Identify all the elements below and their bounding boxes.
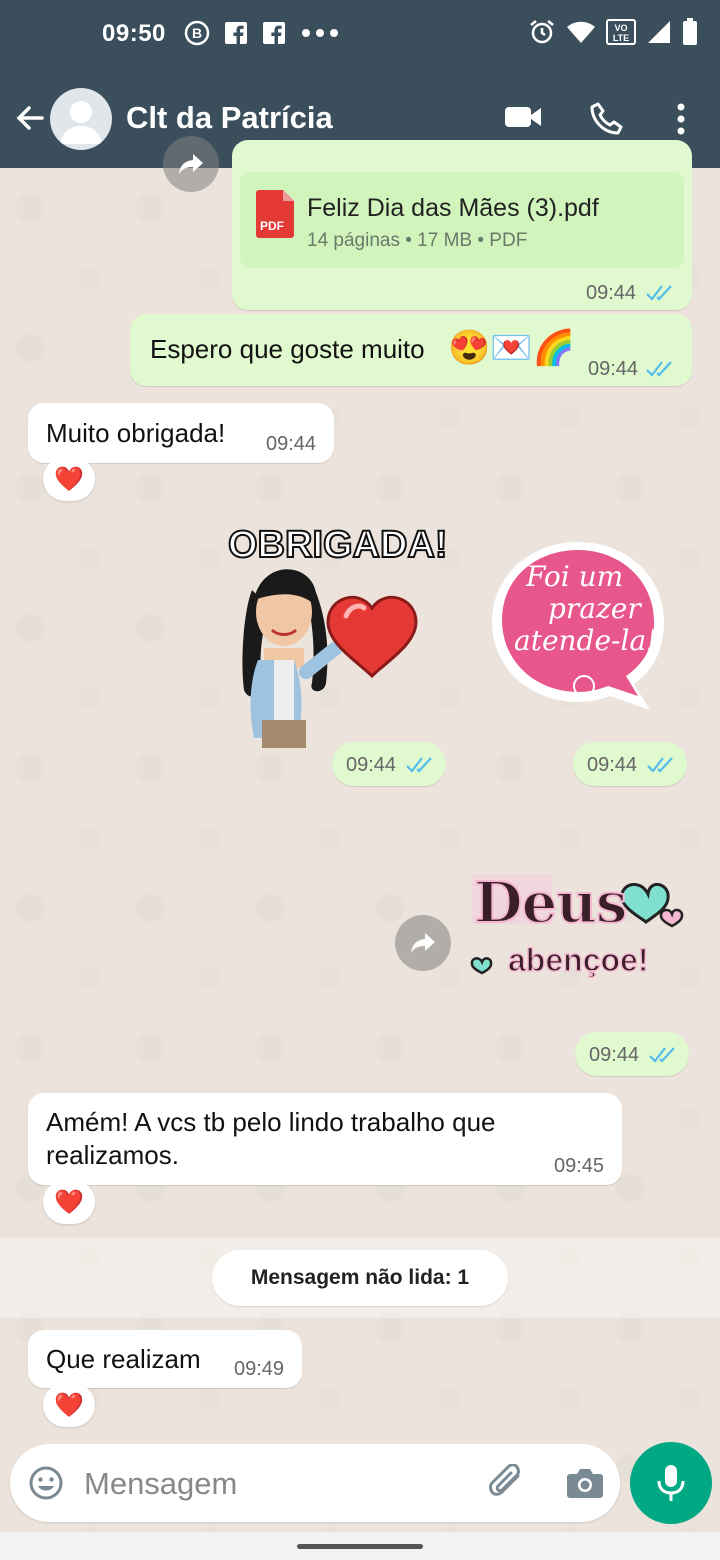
- document-meta: 14 páginas • 17 MB • PDF: [307, 230, 528, 251]
- message-time: 09:45: [554, 1155, 605, 1177]
- reaction-badge[interactable]: ❤️: [43, 457, 95, 501]
- sticker-line-1: Foi um: [526, 560, 624, 593]
- outgoing-message[interactable]: Espero que goste muito 😍💌🌈 09:44: [130, 314, 692, 386]
- read-ticks-icon: [649, 1047, 675, 1063]
- message-time: 09:44: [346, 754, 397, 776]
- read-ticks-icon: [646, 285, 672, 301]
- unread-messages-label: Mensagem não lida: 1: [212, 1250, 508, 1306]
- message-emojis: 😍💌🌈: [448, 329, 576, 367]
- facebook-icon: [263, 22, 285, 45]
- svg-text:B: B: [192, 25, 202, 41]
- sticker-foi-um-prazer[interactable]: Foi um prazer atende-la!: [486, 536, 670, 720]
- incoming-message[interactable]: Amém! A vcs tb pelo lindo trabalho que r…: [28, 1093, 622, 1185]
- message-text: Que realizam: [46, 1344, 201, 1374]
- more-dots-icon: [302, 29, 338, 37]
- message-time: 09:49: [234, 1358, 285, 1380]
- sticker-line-1: Deus: [473, 869, 628, 937]
- read-ticks-icon: [406, 757, 432, 773]
- home-gesture-pill[interactable]: [297, 1544, 423, 1549]
- message-text: Amém! A vcs tb pelo lindo trabalho que r…: [46, 1107, 496, 1170]
- heart-reaction: ❤️: [54, 1188, 84, 1216]
- forward-icon: [411, 933, 435, 953]
- heart-reaction: ❤️: [54, 1391, 84, 1419]
- more-options-icon[interactable]: [675, 102, 687, 136]
- status-bar: 09:50 B VO LTE: [0, 0, 720, 70]
- message-time: 09:44: [589, 1044, 640, 1066]
- battery-icon: [683, 18, 697, 45]
- system-icons: VO LTE: [528, 18, 698, 46]
- sticker-line-2: prazer: [548, 592, 641, 625]
- incoming-message[interactable]: Que realizam 09:49: [28, 1330, 302, 1388]
- sticker-line-2: abençoe!: [507, 941, 649, 979]
- alarm-icon: [530, 20, 554, 44]
- facebook-icon: [225, 22, 247, 45]
- reaction-badge[interactable]: ❤️: [43, 1180, 95, 1224]
- message-time: 09:44: [588, 358, 639, 380]
- status-time: 09:50: [102, 20, 166, 47]
- emoji-icon[interactable]: [28, 1465, 64, 1501]
- message-time: 09:44: [266, 433, 317, 455]
- document-card[interactable]: PDF Feliz Dia das Mães (3).pdf 14 página…: [240, 172, 684, 268]
- video-call-icon[interactable]: [504, 102, 542, 132]
- contact-name[interactable]: Clt da Patrícia: [126, 100, 333, 136]
- read-ticks-icon: [647, 757, 673, 773]
- sticker-time-pill: 09:44: [332, 742, 446, 786]
- message-text: Espero que goste muito: [150, 334, 425, 364]
- b-circle-icon: B: [184, 20, 210, 46]
- document-message[interactable]: PDF Feliz Dia das Mães (3).pdf 14 página…: [232, 140, 692, 310]
- signal-icon: [648, 21, 670, 43]
- sticker-time-pill: 09:44: [575, 1032, 689, 1076]
- message-time: 09:44: [587, 754, 638, 776]
- volte-icon: VO LTE: [606, 19, 636, 45]
- sticker-deus-abencoe[interactable]: Deus abençoe!: [466, 856, 692, 992]
- message-time: 09:44: [586, 282, 637, 304]
- message-text: Muito obrigada!: [46, 418, 226, 448]
- sticker-obrigada[interactable]: OBRIGADA!: [222, 520, 454, 748]
- document-filename: Feliz Dia das Mães (3).pdf: [307, 194, 599, 222]
- pdf-badge: PDF: [260, 219, 284, 233]
- wifi-icon: [567, 21, 595, 43]
- forward-button[interactable]: [163, 136, 219, 192]
- forward-icon: [179, 154, 203, 174]
- forward-button[interactable]: [395, 915, 451, 971]
- default-avatar-icon: [60, 101, 102, 144]
- incoming-message[interactable]: Muito obrigada! 09:44: [28, 403, 334, 463]
- voice-message-button[interactable]: [630, 1442, 712, 1524]
- message-input[interactable]: Mensagem: [84, 1466, 237, 1502]
- reaction-badge[interactable]: ❤️: [43, 1383, 95, 1427]
- heart-reaction: ❤️: [54, 465, 84, 493]
- sticker-line-3: atende-la!: [514, 624, 658, 657]
- back-arrow-icon[interactable]: [14, 102, 46, 134]
- bitmoji-girl-heart-icon: [242, 569, 418, 748]
- avatar[interactable]: [50, 88, 112, 150]
- sticker-time-pill: 09:44: [573, 742, 687, 786]
- camera-icon[interactable]: [566, 1466, 604, 1500]
- voice-call-icon[interactable]: [590, 102, 624, 136]
- read-ticks-icon: [646, 361, 672, 377]
- microphone-icon: [657, 1465, 685, 1501]
- notification-icons: B: [184, 20, 340, 46]
- message-composer[interactable]: Mensagem: [10, 1444, 620, 1522]
- attach-icon[interactable]: [488, 1464, 528, 1502]
